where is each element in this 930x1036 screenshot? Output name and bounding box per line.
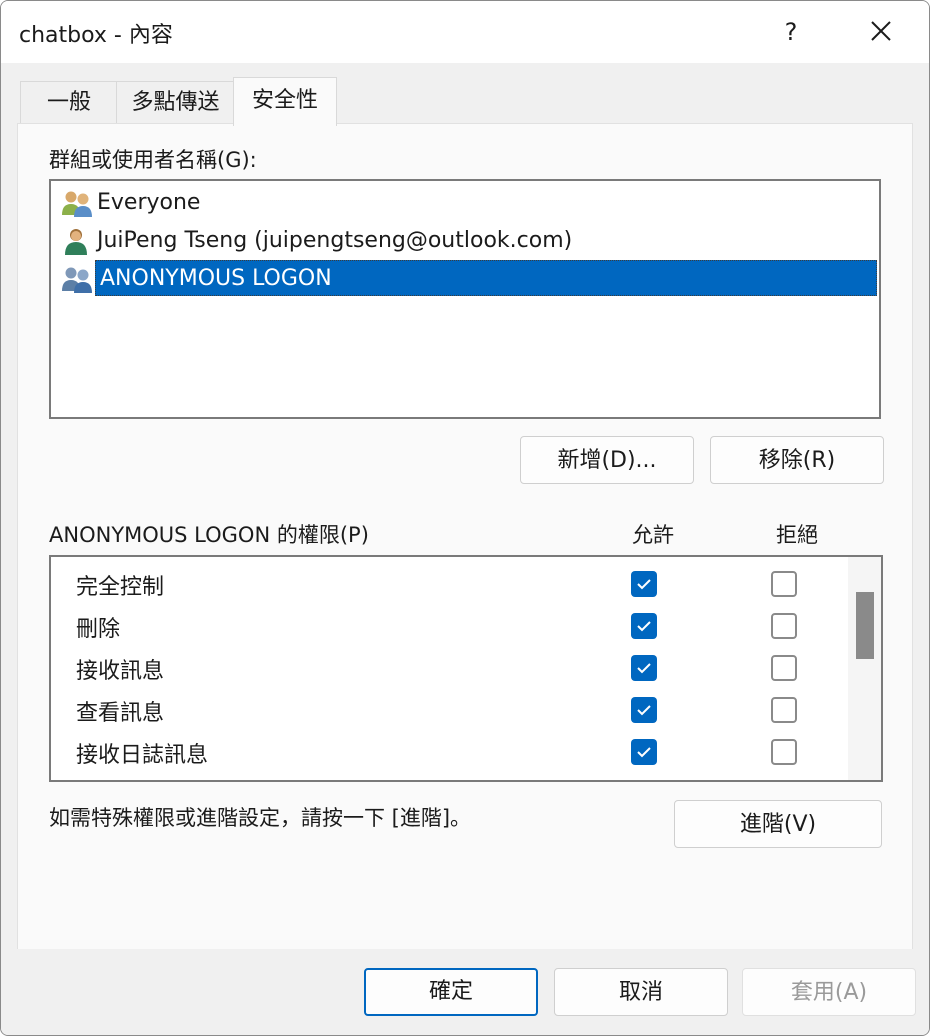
deny-checkbox[interactable] xyxy=(771,571,797,597)
properties-dialog: chatbox - 內容 ? 一般 多點傳送 安全性 群組或使用者名稱(G): … xyxy=(0,0,930,1036)
permissions-scrollbar[interactable] xyxy=(848,557,881,780)
permission-row: 查看訊息 xyxy=(51,689,851,731)
user-name: Everyone xyxy=(97,190,201,215)
group-icon xyxy=(62,191,92,217)
user-list[interactable]: Everyone JuiPeng Tseng (juipengtseng@out… xyxy=(49,179,881,419)
permission-row: 接收訊息 xyxy=(51,647,851,689)
window-title: chatbox - 內容 xyxy=(19,23,173,48)
permission-name: 接收日誌訊息 xyxy=(76,743,209,768)
checkmark-icon xyxy=(637,621,651,632)
add-button[interactable]: 新增(D)... xyxy=(520,436,694,484)
cancel-button[interactable]: 取消 xyxy=(554,968,728,1016)
allow-checkbox[interactable] xyxy=(631,655,657,681)
advanced-hint: 如需特殊權限或進階設定，請按一下 [進階]。 xyxy=(49,806,472,830)
allow-checkbox[interactable] xyxy=(631,697,657,723)
list-item-juipeng[interactable]: JuiPeng Tseng (juipengtseng@outlook.com) xyxy=(61,223,877,259)
list-item-anonymous-logon[interactable]: ANONYMOUS LOGON xyxy=(61,260,877,297)
checkmark-icon xyxy=(637,705,651,716)
allow-header: 允許 xyxy=(632,523,674,547)
groups-label: 群組或使用者名稱(G): xyxy=(49,148,257,172)
checkmark-icon xyxy=(637,663,651,674)
ok-button[interactable]: 確定 xyxy=(364,968,538,1016)
advanced-button[interactable]: 進階(V) xyxy=(674,800,882,848)
close-button[interactable] xyxy=(863,15,899,49)
scrollbar-thumb[interactable] xyxy=(856,592,874,659)
remove-button[interactable]: 移除(R) xyxy=(710,436,884,484)
permission-name: 接收訊息 xyxy=(76,659,165,684)
apply-button[interactable]: 套用(A) xyxy=(742,968,916,1016)
permissions-list: 完全控制 刪除 接收訊息 查看訊息 接收日誌訊息 xyxy=(49,555,883,782)
tab-general[interactable]: 一般 xyxy=(20,81,118,124)
allow-checkbox[interactable] xyxy=(631,571,657,597)
list-item-everyone[interactable]: Everyone xyxy=(61,185,877,221)
title-bar: chatbox - 內容 ? xyxy=(1,1,929,63)
deny-checkbox[interactable] xyxy=(771,739,797,765)
group-icon xyxy=(62,267,92,293)
allow-checkbox[interactable] xyxy=(631,739,657,765)
permission-name: 刪除 xyxy=(76,617,121,642)
help-button[interactable]: ? xyxy=(776,15,806,49)
close-icon xyxy=(871,21,891,41)
permissions-label: ANONYMOUS LOGON 的權限(P) xyxy=(49,523,369,547)
user-icon xyxy=(65,229,87,255)
permission-name: 查看訊息 xyxy=(76,701,165,726)
permission-row: 完全控制 xyxy=(51,563,851,605)
tab-security[interactable]: 安全性 xyxy=(233,77,337,126)
deny-checkbox[interactable] xyxy=(771,655,797,681)
deny-checkbox[interactable] xyxy=(771,697,797,723)
permission-row: 刪除 xyxy=(51,605,851,647)
deny-header: 拒絕 xyxy=(776,523,818,547)
tab-multicast[interactable]: 多點傳送 xyxy=(116,81,235,124)
permission-row: 接收日誌訊息 xyxy=(51,731,851,773)
deny-checkbox[interactable] xyxy=(771,613,797,639)
user-name: JuiPeng Tseng (juipengtseng@outlook.com) xyxy=(97,228,573,253)
user-name: ANONYMOUS LOGON xyxy=(95,260,877,296)
checkmark-icon xyxy=(637,579,651,590)
allow-checkbox[interactable] xyxy=(631,613,657,639)
permission-name: 完全控制 xyxy=(76,575,165,600)
checkmark-icon xyxy=(637,747,651,758)
